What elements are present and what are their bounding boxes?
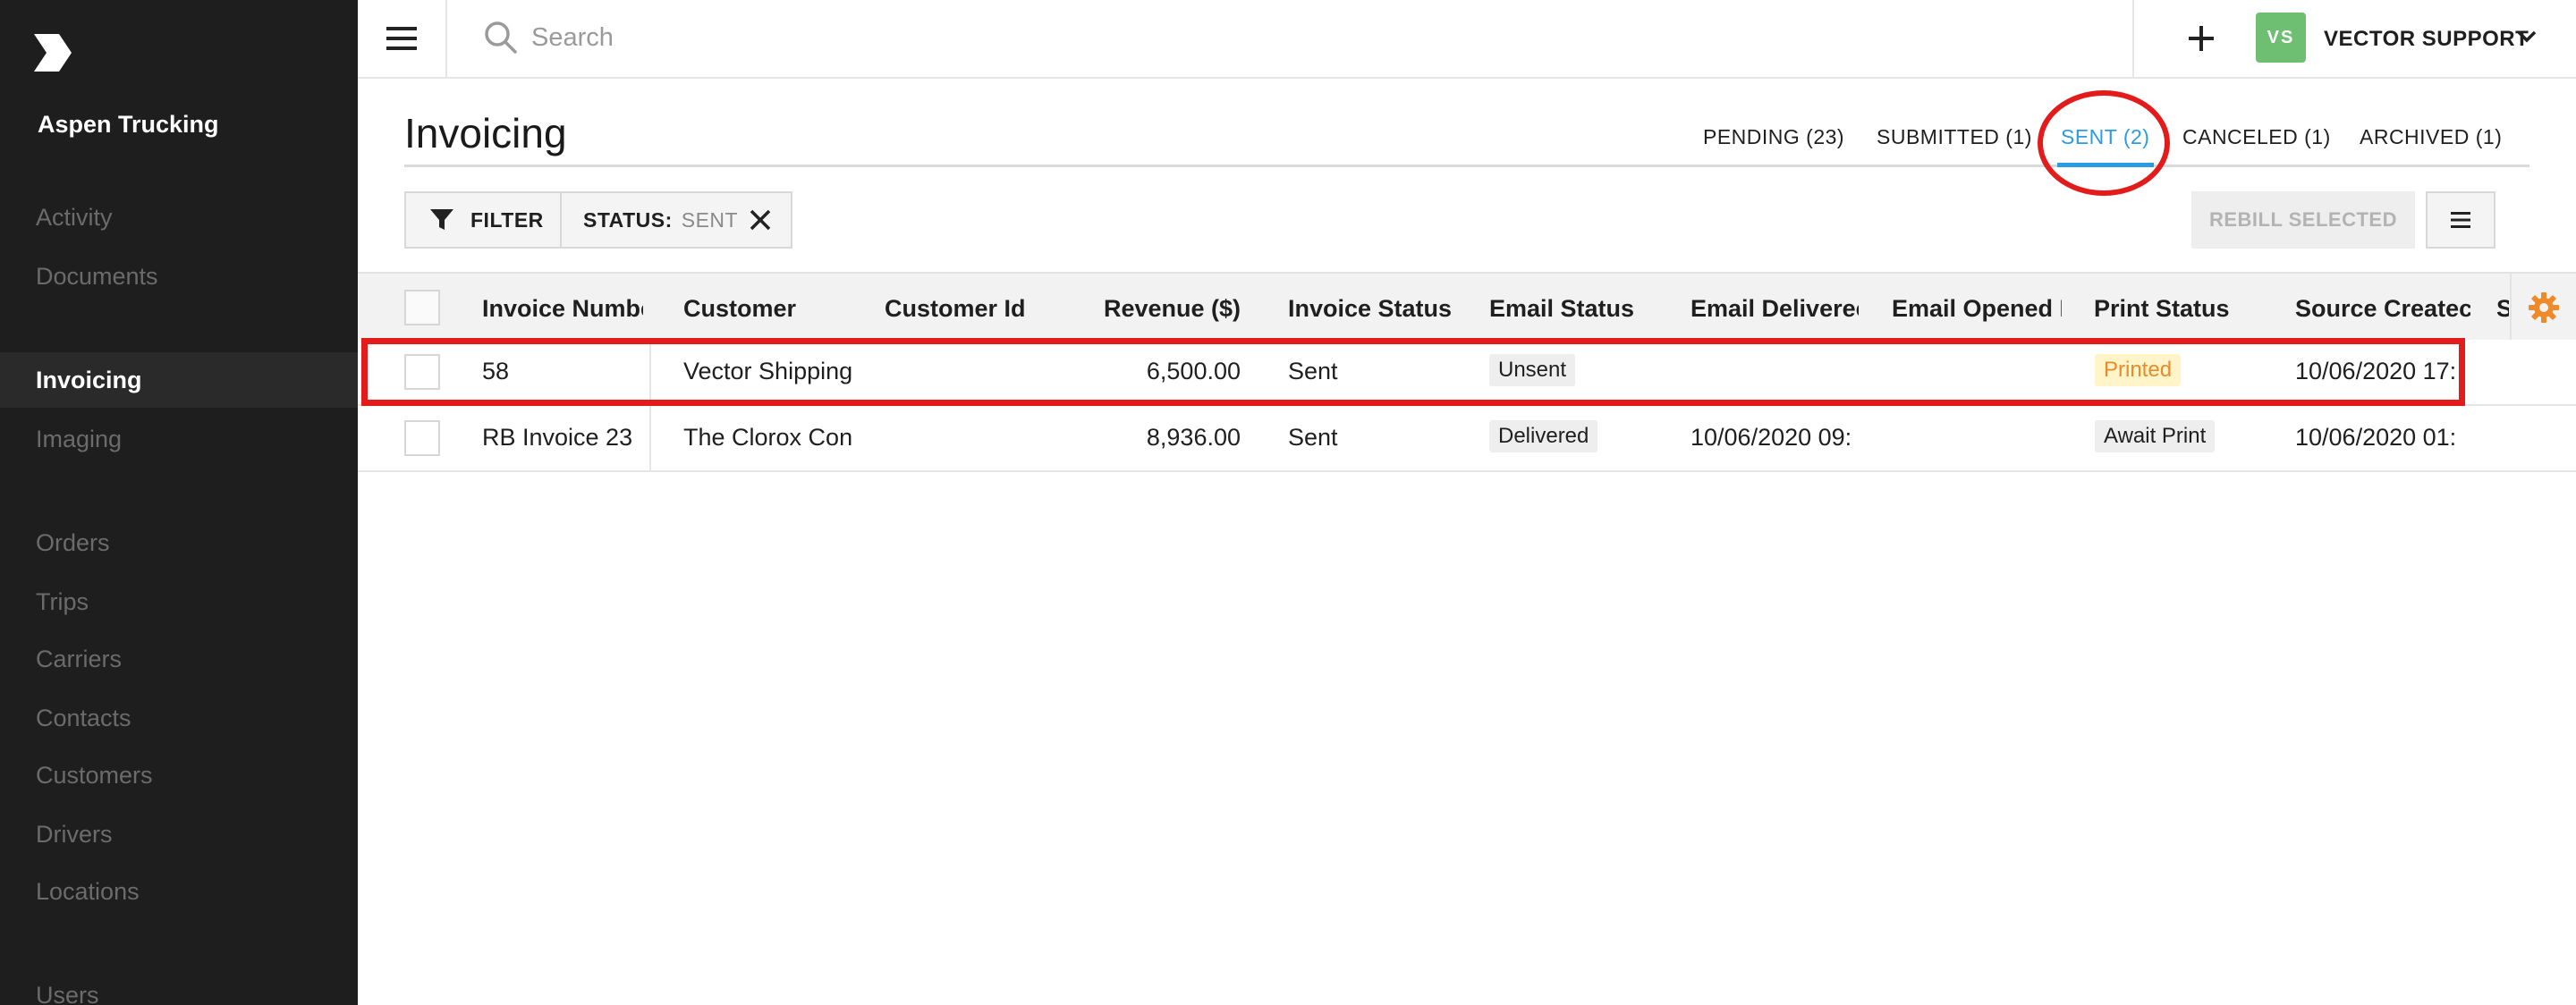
- rebill-selected-button[interactable]: REBILL SELECTED: [2191, 191, 2415, 249]
- avatar[interactable]: VS: [2256, 13, 2306, 63]
- sidebar-item-drivers[interactable]: Drivers: [0, 807, 358, 862]
- row-checkbox[interactable]: [404, 354, 440, 390]
- table-header: Invoice Numbe Customer Customer Id Reven…: [358, 272, 2576, 343]
- topbar-divider: [2132, 0, 2134, 77]
- sidebar-item-invoicing[interactable]: Invoicing: [0, 352, 358, 408]
- sidebar-item-orders[interactable]: Orders: [0, 515, 358, 570]
- hamburger-menu-button[interactable]: [358, 0, 447, 77]
- status-chip-value: SENT: [681, 207, 739, 232]
- sidebar-item-trips[interactable]: Trips: [0, 574, 358, 629]
- column-divider: [649, 406, 651, 472]
- column-divider: [649, 340, 651, 406]
- tab-submitted[interactable]: SUBMITTED (1): [1877, 125, 2032, 149]
- plus-icon: [2189, 26, 2214, 51]
- cell-invoice-status: Sent: [1288, 424, 1338, 451]
- column-header-revenue[interactable]: Revenue ($): [1104, 295, 1265, 323]
- sidebar-item-contacts[interactable]: Contacts: [0, 690, 358, 746]
- sidebar-item-locations[interactable]: Locations: [0, 864, 358, 919]
- table-row[interactable]: 58 Vector Shipping 6,500.00 Sent Unsent …: [358, 340, 2576, 406]
- select-all-checkbox[interactable]: [404, 290, 440, 325]
- tabs-divider: [404, 165, 2529, 167]
- gear-icon: [2529, 292, 2559, 323]
- column-header-customer-id[interactable]: Customer Id: [885, 295, 1063, 323]
- column-header-customer[interactable]: Customer: [683, 295, 862, 323]
- user-menu-name[interactable]: VECTOR SUPPORT: [2324, 27, 2529, 52]
- column-options-button[interactable]: [2426, 191, 2496, 249]
- list-icon: [2451, 212, 2470, 228]
- annotation-circle: [2038, 90, 2170, 196]
- table-row[interactable]: RB Invoice 23 The Clorox Con 8,936.00 Se…: [358, 406, 2576, 472]
- sidebar-item-users[interactable]: Users: [0, 967, 358, 1005]
- print-status-badge: Await Print: [2095, 420, 2216, 452]
- page-title: Invoicing: [404, 110, 567, 156]
- row-checkbox[interactable]: [404, 420, 440, 456]
- column-header-email-opened[interactable]: Email Opened I: [1892, 295, 2062, 323]
- org-name: Aspen Trucking: [38, 111, 219, 138]
- tab-pending[interactable]: PENDING (23): [1703, 125, 1844, 149]
- sidebar-item-imaging[interactable]: Imaging: [0, 411, 358, 467]
- email-status-badge: Unsent: [1489, 354, 1576, 386]
- sidebar-item-activity[interactable]: Activity: [0, 190, 358, 245]
- add-button[interactable]: [2181, 18, 2222, 59]
- print-status-badge: Printed: [2095, 354, 2182, 386]
- app-logo-icon[interactable]: [32, 32, 73, 73]
- column-header-print-status[interactable]: Print Status: [2094, 295, 2273, 323]
- sidebar-item-customers[interactable]: Customers: [0, 747, 358, 803]
- column-header-source-created[interactable]: Source Createc: [2295, 295, 2470, 323]
- cell-customer: Vector Shipping: [683, 358, 852, 384]
- sidebar-item-documents[interactable]: Documents: [0, 249, 358, 304]
- cell-invoice-number: 58: [482, 358, 510, 384]
- cell-source-created: 10/06/2020 17:: [2295, 358, 2457, 384]
- hamburger-icon: [386, 27, 417, 50]
- close-icon[interactable]: [748, 207, 773, 232]
- sidebar: Aspen Trucking Activity Documents Invoic…: [0, 0, 358, 1005]
- cell-source-created: 10/06/2020 01:: [2295, 424, 2457, 451]
- column-header-invoice-number[interactable]: Invoice Numbe: [482, 295, 643, 323]
- column-header-truncated[interactable]: S: [2496, 295, 2509, 323]
- tab-archived[interactable]: ARCHIVED (1): [2360, 125, 2502, 149]
- cell-revenue: 8,936.00: [1146, 424, 1241, 451]
- filter-button-label: FILTER: [470, 207, 544, 232]
- search-input[interactable]: [531, 16, 1873, 59]
- top-bar: VS VECTOR SUPPORT: [358, 0, 2576, 79]
- column-header-email-status[interactable]: Email Status: [1489, 295, 1677, 323]
- funnel-icon: [430, 209, 453, 230]
- email-status-badge: Delivered: [1489, 420, 1598, 452]
- filter-button[interactable]: FILTER: [404, 191, 560, 249]
- cell-revenue: 6,500.00: [1146, 358, 1241, 384]
- status-chip-key: STATUS:: [583, 207, 673, 232]
- search-icon: [485, 21, 517, 54]
- column-header-email-delivered[interactable]: Email Deliverec: [1690, 295, 1859, 323]
- column-header-invoice-status[interactable]: Invoice Status: [1288, 295, 1476, 323]
- tab-canceled[interactable]: CANCELED (1): [2182, 125, 2331, 149]
- table-settings-button[interactable]: [2510, 274, 2576, 342]
- cell-email-delivered: 10/06/2020 09:: [1690, 424, 1852, 451]
- sidebar-item-carriers[interactable]: Carriers: [0, 631, 358, 687]
- cell-invoice-number: RB Invoice 23: [482, 424, 633, 451]
- status-filter-chip: STATUS: SENT: [560, 191, 792, 249]
- cell-customer: The Clorox Con: [683, 424, 852, 451]
- chevron-down-icon[interactable]: [2515, 25, 2538, 48]
- cell-invoice-status: Sent: [1288, 358, 1338, 384]
